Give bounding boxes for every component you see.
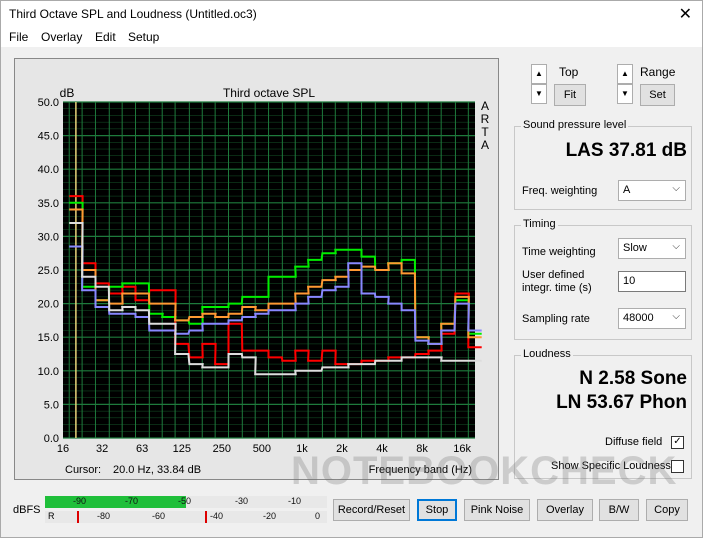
y-tick-label: 25.0	[38, 265, 59, 277]
top-up-arrow-icon[interactable]: ▲	[531, 64, 547, 84]
x-tick-label: 250	[213, 443, 231, 455]
watermark-logo: NOTEBOOKCHECK	[291, 449, 678, 493]
close-icon[interactable]: ✕	[679, 4, 692, 24]
loudness-phon-value: LN 53.67 Phon	[556, 392, 687, 413]
y-tick-label: 45.0	[38, 131, 59, 143]
menu-bar: File Overlay Edit Setup	[1, 27, 702, 47]
timing-group-label: Timing	[521, 218, 558, 230]
menu-setup[interactable]: Setup	[128, 30, 159, 44]
set-button[interactable]: Set	[640, 84, 675, 106]
y-tick-label: 50.0	[38, 97, 59, 109]
chevron-down-icon: ⌵	[672, 183, 680, 194]
title-bar: Third Octave SPL and Loudness (Untitled.…	[1, 1, 702, 27]
x-tick-label: 16	[57, 443, 69, 455]
menu-overlay[interactable]: Overlay	[41, 30, 82, 44]
cursor-readout: 20.0 Hz, 33.84 dB	[113, 464, 201, 476]
x-tick-label: 32	[96, 443, 108, 455]
timing-group: Timing Time weighting Slow ⌵ User define…	[514, 218, 692, 340]
record-reset-button[interactable]: Record/Reset	[333, 499, 410, 521]
meter-tick: -40	[210, 511, 224, 521]
fit-button[interactable]: Fit	[554, 84, 586, 106]
y-axis-label: dB	[60, 86, 75, 100]
chart-title: Third octave SPL	[223, 86, 315, 100]
spl-value: LAS 37.81 dB	[565, 140, 687, 161]
meter-tick: -70	[125, 496, 139, 506]
third-octave-chart[interactable]: 50.045.040.035.030.025.020.015.010.05.00…	[15, 59, 498, 479]
arta-letter: R	[481, 112, 490, 126]
arta-letter: A	[481, 138, 489, 152]
y-tick-label: 5.0	[44, 399, 59, 411]
level-meter-bottom: R -80 -60 -40 -20 0	[45, 511, 327, 523]
meter-peak-marker	[77, 511, 79, 523]
top-down-arrow-icon[interactable]: ▼	[531, 84, 547, 104]
stop-button[interactable]: Stop	[417, 499, 457, 521]
level-meter-top: -90 -70 -50 -30 -10	[45, 496, 327, 508]
time-weighting-value: Slow	[623, 242, 647, 254]
chevron-down-icon: ⌵	[672, 311, 680, 322]
meter-channel-label: R	[48, 511, 55, 521]
menu-edit[interactable]: Edit	[95, 30, 116, 44]
arta-letter: A	[481, 99, 489, 113]
meter-tick: -90	[73, 496, 87, 506]
y-tick-label: 35.0	[38, 198, 59, 210]
range-label: Range	[640, 65, 676, 79]
freq-weighting-select[interactable]: A ⌵	[618, 180, 686, 201]
loudness-sone-value: N 2.58 Sone	[579, 368, 687, 389]
x-tick-label: 125	[173, 443, 191, 455]
overlay-button[interactable]: Overlay	[537, 499, 593, 521]
cursor-label: Cursor:	[65, 464, 101, 476]
freq-weighting-value: A	[623, 184, 631, 196]
sampling-rate-select[interactable]: 48000 ⌵	[618, 308, 686, 329]
y-tick-label: 30.0	[38, 231, 59, 243]
user-time-label-2: integr. time (s)	[522, 282, 592, 294]
freq-weighting-label: Freq. weighting	[522, 185, 598, 197]
bw-button[interactable]: B/W	[599, 499, 639, 521]
pink-noise-button[interactable]: Pink Noise	[464, 499, 530, 521]
time-weighting-select[interactable]: Slow ⌵	[618, 238, 686, 259]
y-tick-label: 15.0	[38, 332, 59, 344]
diffuse-field-label: Diffuse field	[605, 436, 663, 448]
user-time-label-1: User defined	[522, 269, 585, 281]
sampling-rate-label: Sampling rate	[522, 313, 590, 325]
meter-tick: 0	[315, 511, 321, 521]
spl-group-label: Sound pressure level	[521, 119, 629, 131]
spl-group: Sound pressure level LAS 37.81 dB Freq. …	[514, 119, 692, 210]
window-title: Third Octave SPL and Loudness (Untitled.…	[9, 7, 257, 21]
time-weighting-label: Time weighting	[522, 246, 596, 258]
arta-letter: T	[481, 125, 489, 139]
meter-tick: -30	[235, 496, 249, 506]
y-tick-label: 20.0	[38, 299, 59, 311]
meter-tick: -20	[263, 511, 277, 521]
y-tick-label: 40.0	[38, 164, 59, 176]
dbfs-label: dBFS	[13, 504, 41, 516]
range-up-arrow-icon[interactable]: ▲	[617, 64, 633, 84]
y-tick-label: 10.0	[38, 366, 59, 378]
menu-file[interactable]: File	[9, 30, 28, 44]
meter-tick: -80	[97, 511, 111, 521]
meter-tick: -10	[288, 496, 302, 506]
range-down-arrow-icon[interactable]: ▼	[617, 84, 633, 104]
copy-button[interactable]: Copy	[646, 499, 688, 521]
app-window: Third Octave SPL and Loudness (Untitled.…	[0, 0, 703, 538]
integration-time-value: 10	[623, 275, 636, 287]
sampling-rate-value: 48000	[623, 312, 654, 324]
level-meter-top-fill	[45, 496, 186, 508]
meter-tick: -60	[152, 511, 166, 521]
chevron-down-icon: ⌵	[672, 241, 680, 252]
integration-time-input[interactable]: 10	[618, 271, 686, 292]
meter-peak-marker	[205, 511, 207, 523]
top-label: Top	[559, 65, 579, 79]
diffuse-field-checkbox[interactable]: ✓	[671, 436, 684, 449]
x-tick-label: 63	[136, 443, 148, 455]
plot-panel: 50.0 45.0 40.0 35.0 30.0 25.0 20.0 15.0 10.0 5.0 0…	[14, 58, 499, 480]
loudness-group-label: Loudness	[521, 348, 573, 360]
meter-tick: -50	[178, 496, 192, 506]
x-tick-label: 500	[253, 443, 271, 455]
